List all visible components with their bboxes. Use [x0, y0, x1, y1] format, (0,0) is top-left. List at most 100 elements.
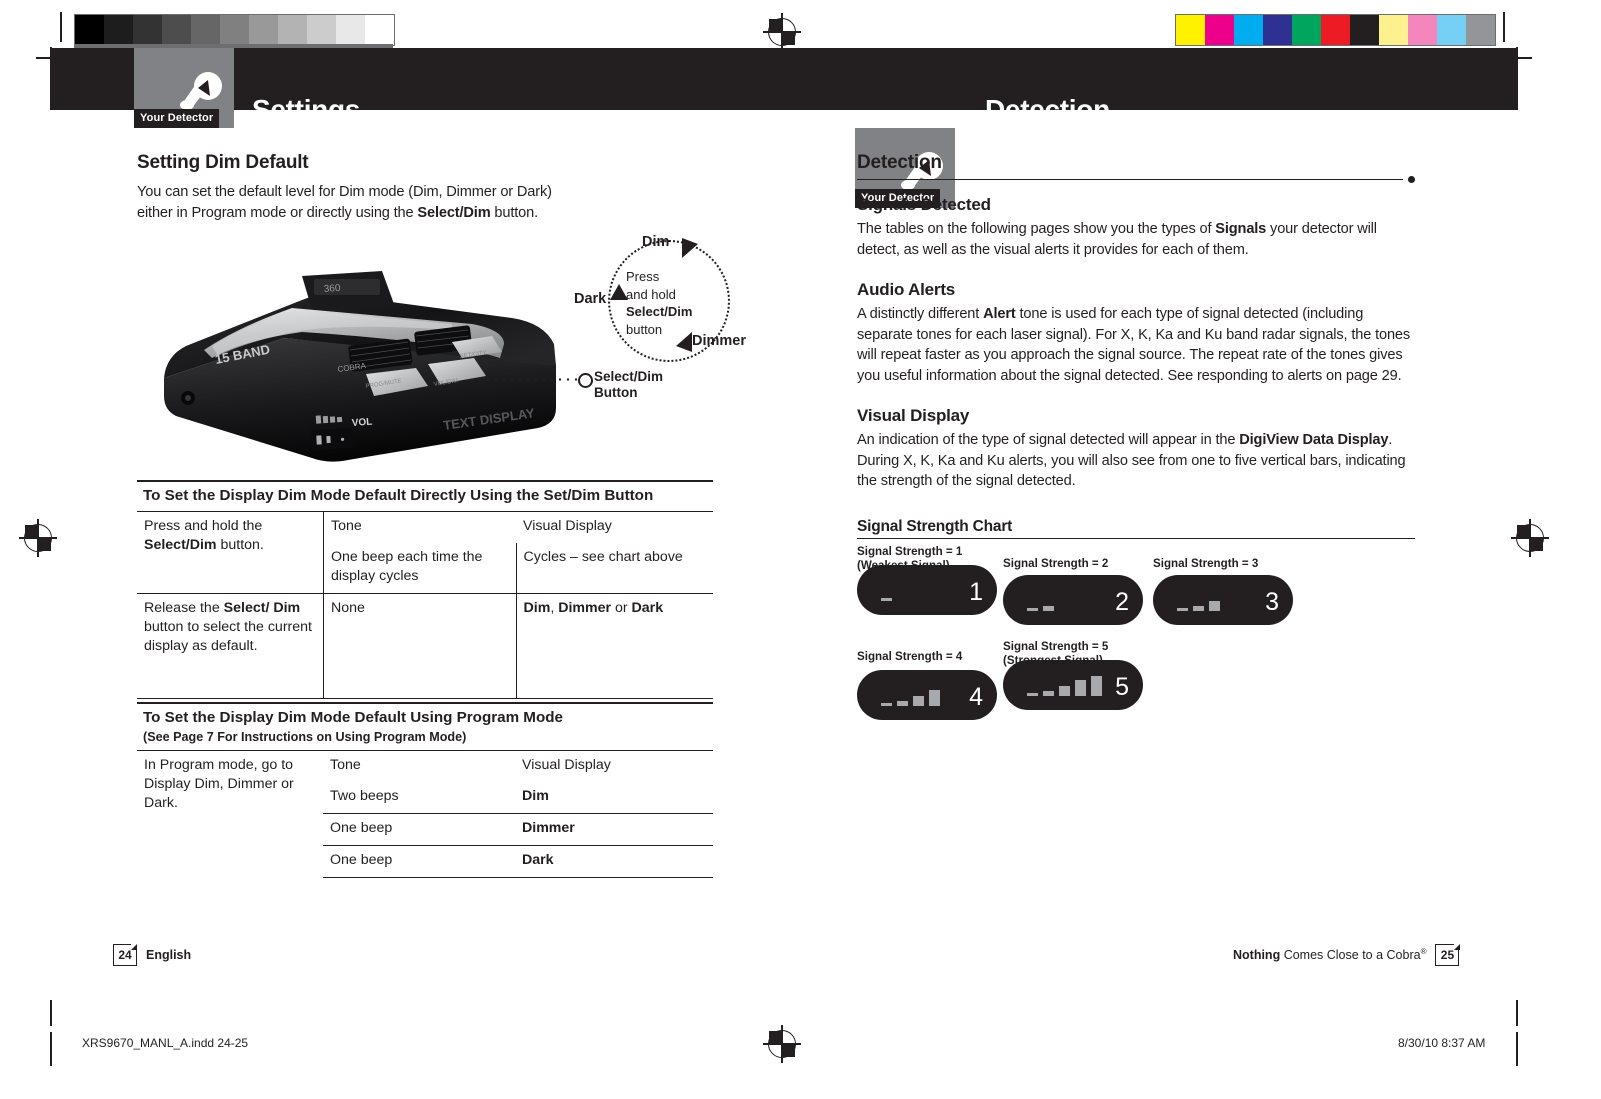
color-swatch-10	[1466, 15, 1495, 45]
signal-bar-segment-2	[897, 701, 908, 706]
table1-step2-bold: Select/ Dim	[223, 599, 301, 616]
table1-row-3: Release the Select/ Dim button to select…	[137, 592, 713, 699]
slug-rule-right	[1516, 1032, 1518, 1066]
signal-display-1: 1	[857, 565, 997, 615]
signal-bar-segment-4	[929, 690, 940, 706]
signal-bar-segment-4	[1075, 680, 1086, 696]
signal-number-4: 4	[969, 683, 983, 711]
signal-display-5: 5	[1003, 660, 1143, 710]
cobra-tagline: Nothing Comes Close to a Cobra®	[1233, 947, 1426, 962]
signal-bars-4	[881, 684, 945, 706]
signal-bar-segment-1	[1177, 608, 1188, 611]
detection-block-paragraph-2: An indication of the type of signal dete…	[857, 430, 1415, 492]
intro-line-2a: either in Program mode or directly using…	[137, 204, 418, 221]
left-page-footer: 24 English	[113, 943, 192, 966]
signal-bars-5	[1027, 674, 1107, 696]
detection-text-blocks: Signals Detected The tables on the follow…	[857, 195, 1415, 492]
table1-col-header-visual: Visual Display	[516, 510, 713, 543]
registration-target-left	[19, 519, 57, 557]
registration-target-top	[763, 13, 801, 51]
cycle-center-line-3: Select/Dim	[626, 304, 693, 319]
detection-block-0-part-1: Signals	[1215, 221, 1267, 237]
table2-title: To Set the Display Dim Mode Default Usin…	[143, 708, 563, 726]
signal-strength-label-3: Signal Strength = 3	[1153, 557, 1258, 571]
detection-block-heading-2: Visual Display	[857, 406, 970, 425]
table2-col-header-visual: Visual Display	[515, 749, 713, 782]
detection-block-2: Visual Display An indication of the type …	[857, 406, 1415, 492]
detection-block-heading-0: Signals Detected	[857, 195, 991, 214]
signal-bars-3	[1177, 589, 1225, 611]
detection-rule	[857, 178, 1403, 181]
color-swatch-4	[1292, 15, 1321, 45]
signal-label-line1-4: Signal Strength = 4	[857, 650, 963, 663]
cycle-arrow-dim	[682, 238, 698, 258]
detection-rule-row	[857, 176, 1415, 183]
right-page-number-box: 25	[1435, 943, 1460, 966]
select-dim-callout-dot	[578, 373, 593, 388]
tagline-registered-mark: ®	[1420, 947, 1427, 957]
signal-bar-segment-1	[881, 703, 892, 706]
intro-line-1: You can set the default level for Dim mo…	[137, 184, 552, 200]
table1-visual-1: Cycles – see chart above	[523, 548, 683, 565]
table2-step-cell: In Program mode, go to Display Dim, Dimm…	[137, 749, 323, 878]
color-swatch-7	[1379, 15, 1408, 45]
signal-chart-heading-row: Signal Strength Chart	[857, 518, 1415, 539]
color-control-bar	[1175, 14, 1496, 46]
color-swatch-6	[1350, 15, 1379, 45]
intro-select-dim-bold: Select/Dim	[417, 204, 491, 221]
signal-bar-segment-2	[1193, 606, 1204, 611]
signal-number-1: 1	[969, 578, 983, 606]
detector-illustration: 360 15 BAND COBRA PROG/MUTE VOL/DIM SET/…	[164, 271, 556, 462]
left-footer-language: English	[146, 948, 192, 962]
signal-display-3: 3	[1153, 575, 1293, 625]
detection-section-title: Detection	[857, 152, 942, 173]
detection-block-paragraph-1: A distinctly different Alert tone is use…	[857, 304, 1415, 386]
signal-strength-label-2: Signal Strength = 2	[1003, 557, 1108, 571]
gray-swatch-10	[365, 15, 394, 45]
left-page-content: Setting Dim Default You can set the defa…	[137, 152, 717, 223]
signal-label-line1-1: Signal Strength = 1	[857, 545, 963, 558]
signal-bar-segment-1	[1027, 608, 1038, 611]
gray-swatch-0	[75, 15, 104, 45]
table1-title: To Set the Display Dim Mode Default Dire…	[143, 486, 654, 504]
table1-tone-2: None	[323, 592, 517, 699]
detection-rule-dot	[1408, 176, 1415, 183]
tagline-bold: Nothing	[1233, 948, 1281, 963]
select-dim-callout-label: Select/Dim Button	[594, 369, 663, 400]
signal-strength-label-4: Signal Strength = 4	[857, 650, 962, 664]
detection-block-2-part-1: DigiView Data Display	[1239, 432, 1389, 448]
left-page-number-box: 24	[113, 943, 138, 966]
table2-row-1: In Program mode, go to Display Dim, Dimm…	[137, 749, 713, 878]
table1-visual2-dim: Dim	[523, 599, 551, 616]
table-set-dim-program: To Set the Display Dim Mode Default Usin…	[137, 702, 713, 878]
color-swatch-2	[1234, 15, 1263, 45]
callout-line-1: Select/Dim	[594, 369, 664, 384]
table2-visual-2-text: Dimmer	[522, 819, 575, 836]
signal-bars-1	[881, 579, 897, 601]
table1-visual-2: Dim, Dimmer or Dark	[516, 592, 713, 699]
cycle-center-line-1: Press	[626, 269, 660, 284]
signal-bar-segment-1	[1027, 693, 1038, 696]
table1-tone-1: One beep each time the display cycles	[323, 542, 517, 594]
detection-block-2-part-0: An indication of the type of signal dete…	[857, 432, 1240, 448]
table-set-dim-direct: To Set the Display Dim Mode Default Dire…	[137, 480, 713, 699]
detection-block-1-part-0: A distinctly different	[857, 306, 984, 322]
cycle-center-line-4: button	[626, 321, 663, 337]
signal-display-4: 4	[857, 670, 997, 720]
right-page-number: 25	[1440, 948, 1455, 962]
gray-swatch-4	[191, 15, 220, 45]
table2-tone-1: Two beeps	[323, 781, 515, 814]
table1-step-cell-2: Release the Select/ Dim button to select…	[137, 592, 324, 699]
gray-swatch-8	[307, 15, 336, 45]
tagline-rest: Comes Close to a Cobra	[1280, 948, 1421, 963]
gray-swatch-2	[133, 15, 162, 45]
right-page-content: Detection Signals Detected The tables on …	[857, 152, 1415, 539]
table2-grid: In Program mode, go to Display Dim, Dimm…	[137, 749, 713, 878]
table1-col-header-tone: Tone	[323, 510, 516, 543]
signal-bar-segment-2	[1043, 606, 1054, 611]
gray-swatch-3	[162, 15, 191, 45]
detection-block-1-part-1: Alert	[983, 306, 1016, 322]
signal-strength-chart: Signal Strength = 1(Weakest Signal)1Sign…	[857, 545, 1437, 725]
grayscale-wedge	[74, 14, 395, 46]
signal-bar-segment-5	[1091, 676, 1102, 696]
